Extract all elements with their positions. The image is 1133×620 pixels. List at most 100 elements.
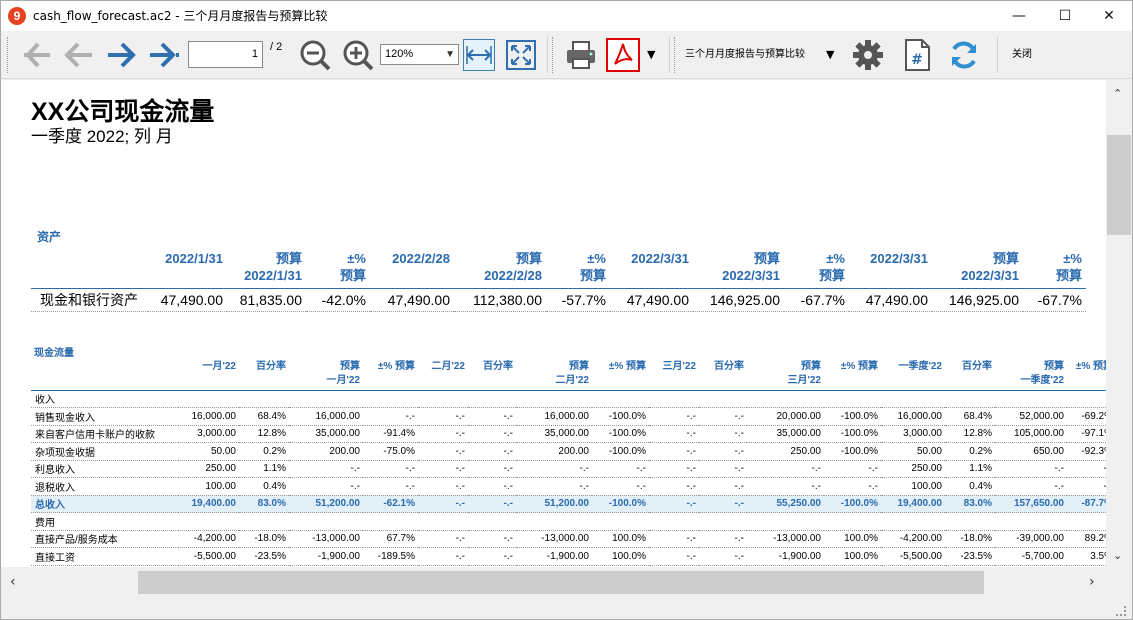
maximize-button[interactable]: ☐ — [1042, 1, 1088, 31]
table-cell: -100.0% — [592, 442, 649, 461]
fit-width-button[interactable] — [463, 39, 495, 71]
report-selector[interactable]: 三个月月度报告与预算比较 — [685, 41, 805, 68]
assets-column-header: ±% 预算 — [784, 250, 849, 289]
table-cell: 0.2% — [945, 442, 995, 461]
report-dropdown-chevron-icon[interactable]: ▼ — [826, 41, 834, 68]
header-line: ±% — [826, 251, 845, 266]
table-cell: -.- — [649, 547, 699, 566]
table-cell: -189.5% — [363, 547, 418, 566]
scroll-down-icon[interactable]: ⌄ — [1113, 549, 1122, 562]
scroll-right-icon[interactable]: › — [1089, 574, 1095, 590]
header-line: 预算 — [569, 361, 589, 372]
header-line: 2022/2/28 — [484, 268, 542, 283]
last-page-icon[interactable] — [148, 38, 182, 72]
header-line: 百分率 — [962, 361, 992, 372]
app-logo-icon: 9 — [8, 7, 26, 25]
header-line: 预算 — [579, 268, 606, 283]
table-cell: -67.7% — [1023, 288, 1086, 312]
cashflow-column-header: ±% 预算 — [592, 358, 649, 391]
print-icon[interactable] — [564, 38, 598, 72]
header-line: 预算 — [1055, 268, 1082, 283]
zoom-out-icon[interactable] — [298, 38, 332, 72]
table-cell: 100.0% — [592, 547, 649, 566]
table-cell: -.- — [649, 530, 699, 548]
zoom-select[interactable]: 120% ▼ — [380, 44, 459, 65]
table-cell: 0.4% — [239, 477, 289, 496]
header-line: 2022/3/31 — [870, 251, 928, 266]
table-cell: -100.0% — [824, 442, 881, 461]
table-cell: -.- — [824, 460, 881, 478]
toolbar-grip[interactable] — [552, 37, 555, 73]
table-cell: -92.3% — [1067, 442, 1106, 461]
table-cell: -4,200.00 — [178, 530, 239, 548]
table-cell: -23.5% — [239, 547, 289, 566]
assets-label-header — [31, 250, 148, 289]
assets-column-header: 预算 2022/3/31 — [693, 250, 784, 289]
table-cell: -100.0% — [824, 495, 881, 513]
scroll-up-icon[interactable]: ⌃ — [1113, 87, 1122, 100]
pdf-export-icon[interactable] — [606, 38, 640, 72]
cashflow-column-header: 百分率 — [468, 358, 516, 391]
table-cell: 157,650.00 — [995, 495, 1067, 513]
table-cell: 100.00 — [881, 477, 945, 496]
header-line: 百分率 — [256, 361, 286, 372]
table-cell: 1.1% — [239, 460, 289, 478]
resize-grip-icon[interactable] — [1116, 606, 1126, 616]
table-cell: -.- — [418, 442, 468, 461]
vertical-scroll-thumb[interactable] — [1107, 135, 1131, 235]
table-cell: 55,250.00 — [747, 495, 824, 513]
page-number-input[interactable]: 1 — [188, 41, 263, 68]
section-row: 费用 — [31, 512, 1106, 531]
table-cell: -5,700.00 — [995, 547, 1067, 566]
header-line: 预算 — [275, 251, 302, 266]
previous-page-icon[interactable] — [62, 38, 96, 72]
next-page-icon[interactable] — [104, 38, 138, 72]
toolbar-separator — [997, 37, 998, 73]
table-cell: 16,000.00 — [881, 407, 945, 426]
table-cell: -1,900.00 — [289, 547, 363, 566]
fit-width-icon — [466, 46, 492, 64]
horizontal-scroll-thumb[interactable] — [138, 571, 984, 594]
minimize-button[interactable]: — — [996, 1, 1042, 31]
table-cell: 52,000.00 — [995, 407, 1067, 426]
header-line: ±% — [1063, 251, 1082, 266]
header-line: 一月'22 — [202, 361, 236, 372]
first-page-icon[interactable] — [20, 38, 54, 72]
row-label: 退税收入 — [31, 477, 178, 496]
pdf-dropdown-chevron-icon[interactable]: ▼ — [647, 41, 655, 68]
close-report-button[interactable]: 关闭 — [1012, 41, 1032, 68]
table-cell: 67.7% — [363, 530, 418, 548]
toolbar-grip[interactable] — [674, 37, 677, 73]
header-line: 预算 — [1044, 361, 1064, 372]
header-line: 预算 — [339, 268, 366, 283]
table-cell: -.- — [418, 477, 468, 496]
table-cell: -.- — [747, 460, 824, 478]
fit-page-icon[interactable] — [504, 38, 538, 72]
page-number-hash-icon[interactable]: # — [900, 38, 934, 72]
table-cell: 50.00 — [178, 442, 239, 461]
gear-icon[interactable] — [851, 38, 885, 72]
toolbar-separator — [547, 37, 548, 73]
toolbar-grip[interactable] — [7, 37, 10, 73]
table-cell: 3,000.00 — [881, 425, 945, 443]
table-cell: -42.0% — [306, 288, 370, 312]
table-cell: -.- — [418, 407, 468, 426]
refresh-icon[interactable] — [947, 38, 981, 72]
header-line: ±% — [587, 251, 606, 266]
table-cell: -.- — [516, 477, 592, 496]
header-line: ±% 预算 — [840, 361, 878, 372]
scroll-left-icon[interactable]: ‹ — [10, 574, 16, 590]
title-bar: 9 cash_flow_forecast.ac2 - 三个月月度报告与预算比较 … — [1, 1, 1132, 31]
cashflow-column-header: 百分率 — [945, 358, 995, 391]
row-label: 杂项现金收据 — [31, 442, 178, 461]
window-close-button[interactable]: ✕ — [1086, 1, 1132, 31]
report-viewport[interactable]: XX公司现金流量 一季度 2022; 列 月 资产 2022/1/31 预算 202… — [1, 80, 1106, 567]
assets-table: 2022/1/31 预算 2022/1/31 ±% 预算 2022/2/28 预算 2022/… — [31, 250, 1086, 312]
status-bar — [1, 597, 1132, 619]
table-cell: -67.7% — [784, 288, 849, 312]
table-cell: -.- — [468, 477, 516, 496]
zoom-in-icon[interactable] — [341, 38, 375, 72]
table-cell: -39,000.00 — [995, 530, 1067, 548]
cashflow-header-row: 一月'22 百分率 预算 一月'22 ±% 预算 二月'22 百分率 预算 二月'22 ±% 预算… — [31, 358, 1106, 391]
table-cell: -.- — [824, 477, 881, 496]
